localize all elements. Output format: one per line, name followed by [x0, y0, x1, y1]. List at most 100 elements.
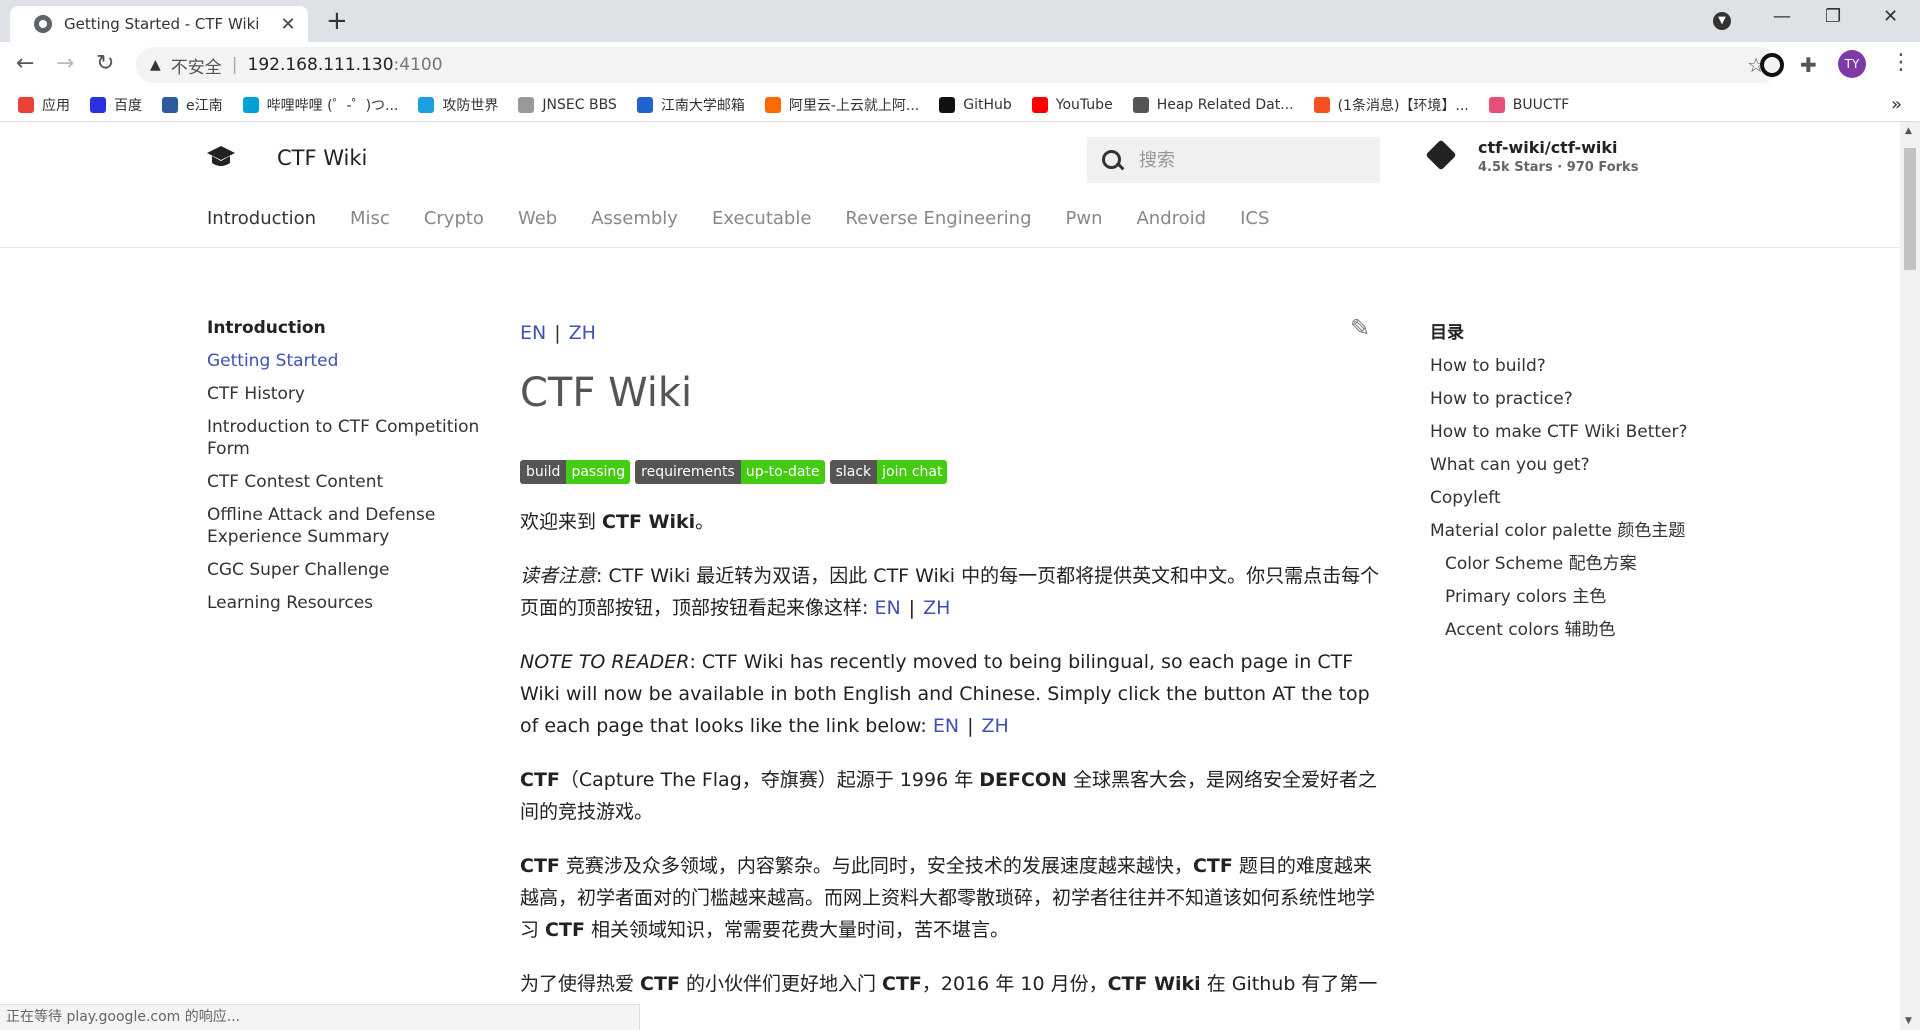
tab-android[interactable]: Android — [1136, 208, 1206, 229]
toc-item[interactable]: Accent colors 辅助色 — [1430, 619, 1730, 641]
bookmark-label: 江南大学邮箱 — [660, 97, 745, 114]
warning-icon[interactable]: ▲ — [150, 57, 161, 73]
tab-ics[interactable]: ICS — [1240, 208, 1269, 229]
bookmark-label: YouTube — [1055, 96, 1113, 113]
reader-note-en: NOTE TO READER: CTF Wiki has recently mo… — [520, 651, 1370, 737]
tab-pwn[interactable]: Pwn — [1066, 208, 1103, 229]
toc-item[interactable]: Copyleft — [1430, 487, 1730, 509]
nav-item[interactable]: Introduction to CTF Competition Form — [207, 416, 487, 460]
page-title: CTF Wiki — [520, 370, 693, 416]
reload-icon[interactable]: ↻ — [96, 52, 114, 76]
tab-introduction[interactable]: Introduction — [207, 208, 316, 229]
bookmark-favicon-icon — [18, 96, 34, 113]
page-scrollbar[interactable]: ▲ ▼ — [1900, 122, 1920, 1030]
repo-stats: 4.5k Stars · 970 Forks — [1478, 160, 1639, 175]
badge-label: slack — [829, 460, 878, 484]
bookmark-favicon-icon — [1132, 96, 1149, 113]
toc-item[interactable]: Material color palette 颜色主题 — [1430, 520, 1730, 542]
edit-pencil-icon[interactable]: ✎ — [1350, 314, 1370, 342]
bookmark-favicon-icon — [1031, 96, 1048, 113]
bookmark-item[interactable]: 阿里云-上云就上阿... — [764, 95, 919, 115]
graduation-cap-icon[interactable] — [206, 144, 236, 170]
minimize-icon[interactable]: — — [1773, 6, 1791, 27]
tab-reverse-engineering[interactable]: Reverse Engineering — [845, 208, 1031, 229]
tab-misc[interactable]: Misc — [350, 208, 390, 229]
forward-icon[interactable]: → — [56, 52, 74, 76]
nav-item[interactable]: CTF History — [207, 383, 487, 405]
nav-item[interactable]: CTF Contest Content — [207, 471, 487, 493]
back-icon[interactable]: ← — [16, 52, 34, 76]
tab-web[interactable]: Web — [518, 208, 557, 229]
lang-separator: | — [554, 322, 561, 344]
toc-item[interactable]: How to build? — [1430, 355, 1730, 377]
bookmark-item[interactable]: 应用 — [18, 95, 70, 115]
welcome-paragraph: 欢迎来到 CTF Wiki。 — [520, 511, 715, 533]
bookmark-item[interactable]: Heap Related Dat... — [1132, 96, 1294, 113]
status-badge[interactable]: requirements up-to-date — [635, 460, 825, 484]
scrollbar-thumb[interactable] — [1904, 148, 1916, 270]
toc-heading: 目录 — [1430, 323, 1464, 343]
bookmark-item[interactable]: 百度 — [90, 95, 142, 115]
bookmark-item[interactable]: GitHub — [939, 96, 1012, 113]
status-badge[interactable]: slack join chat — [829, 460, 948, 484]
extensions-puzzle-icon[interactable]: ✚ — [1800, 53, 1824, 77]
tab-close-icon[interactable]: ✕ — [278, 14, 298, 35]
nav-item[interactable]: Learning Resources — [207, 592, 487, 614]
bookmark-favicon-icon — [162, 96, 178, 113]
tab-title: Getting Started - CTF Wiki — [64, 15, 260, 33]
bookmark-item[interactable]: JNSEC BBS — [518, 96, 617, 113]
close-window-icon[interactable]: ✕ — [1883, 6, 1898, 27]
bookmark-item[interactable]: YouTube — [1031, 96, 1113, 113]
menu-icon[interactable]: ⋮ — [1890, 50, 1912, 75]
bookmark-item[interactable]: BUUCTF — [1488, 96, 1569, 113]
note-en-zh-link[interactable]: ZH — [982, 715, 1009, 737]
browser-toolbar: ← → ↻ ▲ 不安全 | 192.168.111.130 :4100 ☆ ✚ … — [0, 42, 1920, 88]
new-tab-button[interactable]: + — [326, 8, 348, 34]
tab-search-icon[interactable]: ▼ — [1713, 12, 1731, 30]
browser-tab[interactable]: Getting Started - CTF Wiki ✕ — [10, 6, 308, 42]
bookmark-item[interactable]: 江南大学邮箱 — [636, 95, 745, 115]
bookmarks-overflow-icon[interactable]: » — [1891, 94, 1902, 115]
site-title[interactable]: CTF Wiki — [277, 146, 367, 170]
globe-icon — [34, 15, 52, 33]
bookmark-item[interactable]: 攻防世界 — [418, 95, 498, 115]
badge-value: join chat — [877, 460, 948, 484]
scroll-up-icon[interactable]: ▲ — [1905, 126, 1912, 136]
note-zh-zh-link[interactable]: ZH — [923, 597, 950, 619]
profile-avatar[interactable]: TY — [1838, 50, 1866, 78]
extension-circle-icon[interactable] — [1760, 53, 1784, 77]
left-navigation: Introduction Getting Started CTF History I… — [207, 318, 487, 625]
bookmark-item[interactable]: 哔哩哔哩 (゜-゜)つ... — [242, 95, 398, 115]
bookmark-label: e江南 — [186, 97, 223, 114]
toc-item[interactable]: What can you get? — [1430, 454, 1730, 476]
scroll-down-icon[interactable]: ▼ — [1905, 1016, 1912, 1026]
note-zh-en-link[interactable]: EN — [874, 597, 900, 619]
search-icon[interactable] — [1101, 149, 1123, 171]
tab-crypto[interactable]: Crypto — [424, 208, 484, 229]
status-badge[interactable]: build passing — [520, 460, 631, 484]
tab-assembly[interactable]: Assembly — [591, 208, 678, 229]
note-en-en-link[interactable]: EN — [933, 715, 959, 737]
nav-item[interactable]: Offline Attack and Defense Experience Su… — [207, 504, 487, 548]
search-box[interactable] — [1087, 137, 1380, 183]
tab-executable[interactable]: Executable — [712, 208, 811, 229]
insecure-label: 不安全 — [170, 57, 222, 78]
nav-item[interactable]: Getting Started — [207, 350, 487, 372]
toc-item[interactable]: How to make CTF Wiki Better? — [1430, 421, 1730, 443]
bookmark-item[interactable]: e江南 — [162, 95, 223, 115]
bookmark-item[interactable]: (1条消息)【环境】... — [1313, 95, 1469, 115]
bookmark-favicon-icon — [1488, 96, 1505, 113]
address-bar[interactable]: ▲ 不安全 | 192.168.111.130 :4100 ☆ — [136, 47, 1779, 83]
toc-item[interactable]: Primary colors 主色 — [1430, 586, 1730, 608]
search-input[interactable] — [1139, 149, 1359, 171]
url-host: 192.168.111.130 — [247, 55, 394, 75]
toc-item[interactable]: How to practice? — [1430, 388, 1730, 410]
lang-zh-link[interactable]: ZH — [569, 322, 596, 344]
lang-en-link[interactable]: EN — [520, 322, 546, 344]
bookmark-label: JNSEC BBS — [542, 96, 617, 113]
bookmarks-bar: 应用 百度 e江南 哔哩哔哩 (゜-゜)つ... 攻防世界 JNSEC BBS 江南大学邮箱… — [0, 88, 1920, 122]
nav-item[interactable]: CGC Super Challenge — [207, 559, 487, 581]
bookmark-favicon-icon — [1313, 96, 1330, 113]
restore-icon[interactable]: ❐ — [1825, 6, 1841, 27]
toc-item[interactable]: Color Scheme 配色方案 — [1430, 553, 1730, 575]
